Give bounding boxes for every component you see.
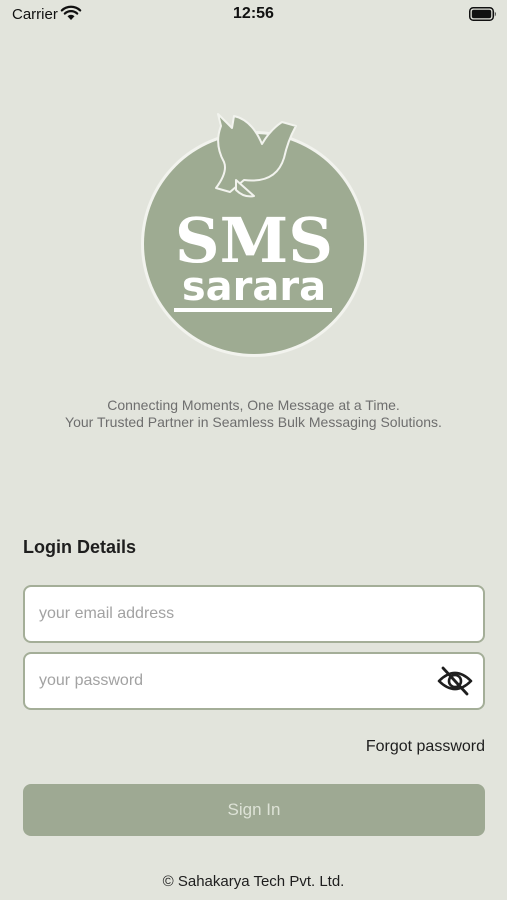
sign-in-button[interactable]: Sign In: [23, 784, 485, 836]
password-input[interactable]: [39, 654, 439, 708]
tagline: Connecting Moments, One Message at a Tim…: [0, 397, 507, 431]
eye-off-icon[interactable]: [437, 666, 473, 696]
tagline-line-1: Connecting Moments, One Message at a Tim…: [107, 397, 400, 413]
logo-underline: [174, 308, 332, 312]
battery-icon: [469, 7, 496, 21]
forgot-password-link[interactable]: Forgot password: [366, 738, 485, 756]
sms-sarara-logo: SMS sarara: [141, 113, 367, 357]
password-field-container: [23, 652, 485, 710]
logo-text-sarara: sarara: [182, 264, 326, 310]
login-details-heading: Login Details: [23, 537, 137, 557]
email-field-container: [23, 585, 485, 643]
status-bar: Carrier 12:56: [0, 0, 507, 30]
status-time: 12:56: [233, 5, 274, 22]
login-screen: Carrier 12:56 SMS sarara Connecting Mome…: [0, 0, 507, 900]
tagline-line-2: Your Trusted Partner in Seamless Bulk Me…: [65, 414, 442, 430]
email-input[interactable]: [39, 587, 439, 641]
copyright-footer: © Sahakarya Tech Pvt. Ltd.: [162, 873, 345, 890]
